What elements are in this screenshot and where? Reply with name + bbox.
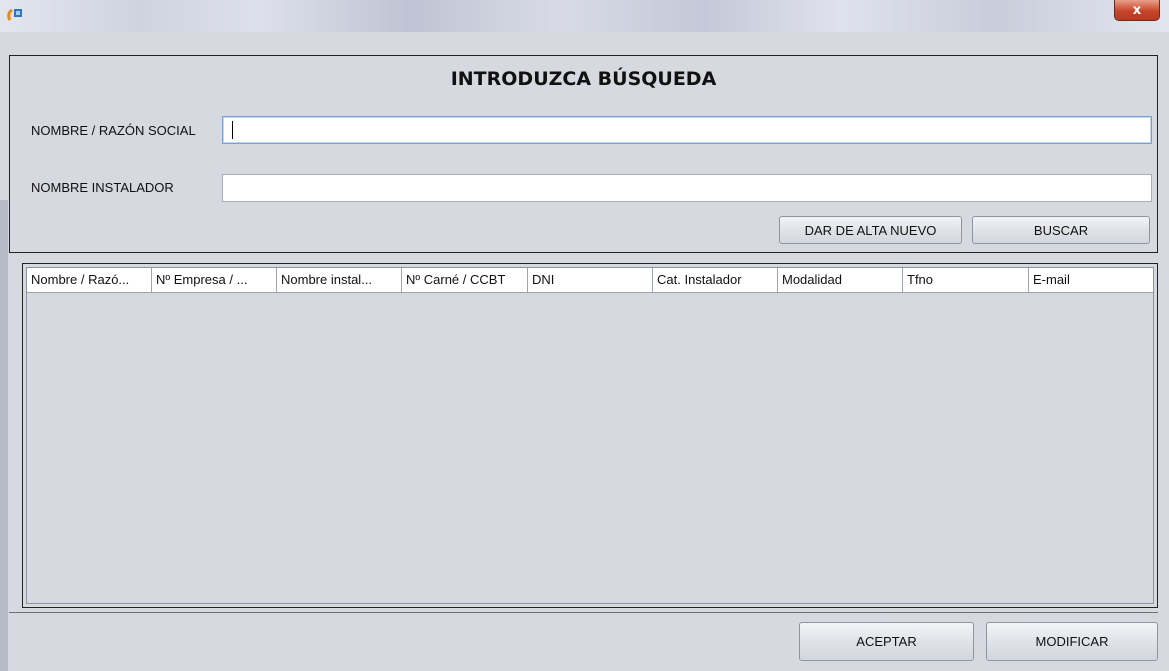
results-table: Nombre / Razó... Nº Empresa / ... Nombre… [26,267,1154,604]
column-header-installer-category[interactable]: Cat. Instalador [653,268,778,292]
search-button[interactable]: BUSCAR [972,216,1150,244]
installer-input[interactable] [222,174,1152,202]
java-app-icon [7,8,22,21]
modify-button[interactable]: MODIFICAR [986,622,1158,661]
column-header-name[interactable]: Nombre / Razó... [27,268,152,292]
column-header-dni[interactable]: DNI [528,268,653,292]
column-header-email[interactable]: E-mail [1029,268,1153,292]
title-bar: x [0,0,1169,32]
page-title: INTRODUZCA BÚSQUEDA [450,68,717,90]
column-header-modality[interactable]: Modalidad [778,268,903,292]
results-panel: Nombre / Razó... Nº Empresa / ... Nombre… [22,263,1158,608]
text-caret [232,121,233,139]
name-label: NOMBRE / RAZÓN SOCIAL [31,123,196,138]
search-panel: INTRODUZCA BÚSQUEDA NOMBRE / RAZÓN SOCIA… [9,55,1158,253]
accept-button[interactable]: ACEPTAR [799,622,974,661]
column-header-card-number[interactable]: Nº Carné / CCBT [402,268,528,292]
window-edge [0,200,8,671]
installer-label: NOMBRE INSTALADOR [31,180,174,195]
close-button[interactable]: x [1114,0,1160,21]
close-icon: x [1132,2,1142,18]
new-button[interactable]: DAR DE ALTA NUEVO [779,216,962,244]
column-header-installer-name[interactable]: Nombre instal... [277,268,402,292]
table-header: Nombre / Razó... Nº Empresa / ... Nombre… [27,268,1153,293]
name-input[interactable] [222,116,1152,144]
divider [9,612,1158,613]
column-header-phone[interactable]: Tfno [903,268,1029,292]
column-header-company-number[interactable]: Nº Empresa / ... [152,268,277,292]
